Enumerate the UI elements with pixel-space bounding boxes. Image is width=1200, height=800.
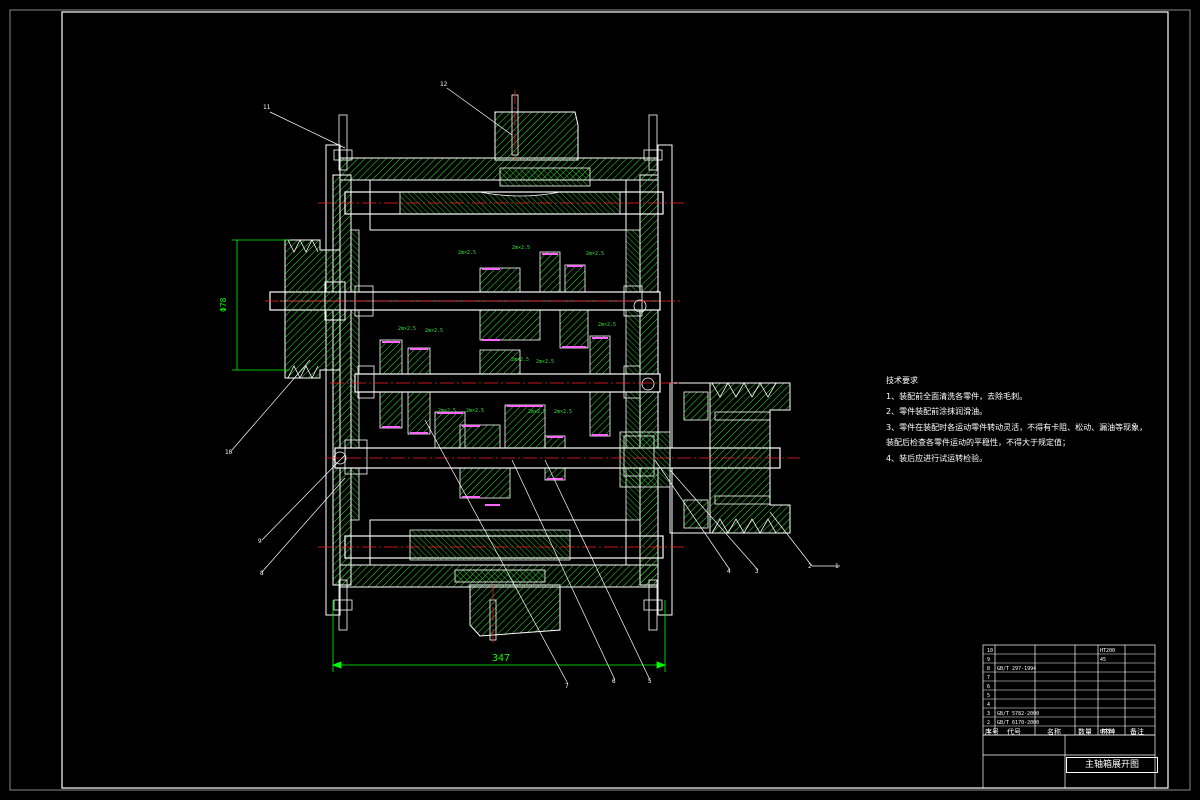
tb-cell: GB/T 6170-2000: [997, 720, 1039, 726]
tb-cell: HT200: [1100, 648, 1115, 654]
tb-cell: 8: [987, 666, 990, 672]
technical-notes: 技术要求 1、装配前全面清洗各零件，去除毛刺。 2、零件装配前涂抹润滑油。 3、…: [886, 373, 1147, 466]
drawing-title: 主轴箱展开图: [1066, 757, 1158, 773]
balloon-12: 12: [440, 81, 448, 88]
dimension-pulley-label: Φ78: [219, 297, 228, 312]
gear-label: 2m×2.5: [511, 357, 529, 363]
gear-label: 2m×2.5: [586, 251, 604, 257]
tb-header-note: 备注: [1130, 728, 1144, 736]
tb-cell: GB/T 297-1994: [997, 666, 1036, 672]
balloon-7: 7: [565, 683, 569, 690]
balloon-8: 8: [260, 570, 264, 577]
dimension-overall-label: 347: [492, 653, 510, 664]
gear-label: 2m×2.5: [466, 408, 484, 414]
note-item: 3、零件在装配时各运动零件转动灵活，不得有卡阻、松动、漏油等现象，: [886, 422, 1148, 432]
tb-cell: 7: [987, 675, 990, 681]
tb-cell: 4: [987, 702, 990, 708]
note-item: 4、装后应进行试运转检验。: [886, 453, 988, 463]
balloon-1: 1: [835, 563, 839, 570]
tb-cell: 10: [987, 648, 993, 654]
balloon-6: 6: [612, 678, 616, 685]
balloon-9: 9: [258, 538, 262, 545]
balloon-5: 5: [648, 678, 652, 685]
tb-cell: 2: [987, 720, 990, 726]
tb-cell: GB/T 5782-2000: [997, 711, 1039, 717]
balloon-11: 11: [263, 104, 271, 111]
tb-header-name: 名称: [1047, 728, 1061, 736]
gear-label: 2m×2.5: [536, 359, 554, 365]
balloon-2: 2: [808, 563, 812, 570]
note-item: 1、装配前全面清洗各零件，去除毛刺。: [886, 391, 1028, 401]
tb-cell: 9: [987, 657, 990, 663]
gear-label: 2m×2.5: [528, 409, 546, 415]
gear-label: 2m×2.5: [458, 250, 476, 256]
gear-label: 2m×2.5: [598, 322, 616, 328]
notes-heading: 技术要求: [886, 376, 918, 385]
gear-label: 2m×2.5: [425, 328, 443, 334]
tb-header-code: 代号: [1007, 728, 1021, 736]
tb-cell: 5: [987, 693, 990, 699]
note-item: 2、零件装配前涂抹润滑油。: [886, 407, 988, 416]
gear-label: 2m×2.5: [438, 408, 456, 414]
gear-label: 2m×2.5: [554, 409, 572, 415]
tb-header-qty: 数量: [1078, 728, 1092, 736]
tb-cell: 6: [987, 684, 990, 690]
tb-header-no: 序号: [985, 728, 999, 736]
balloon-4: 4: [727, 568, 731, 575]
balloon-3: 3: [755, 568, 759, 575]
balloon-10: 10: [225, 449, 233, 456]
left-pulley: [284, 239, 346, 379]
tb-cell: 45: [1100, 657, 1106, 663]
title-block-rows: 10 HT200 9 45 8 GB/T 297-1994 7 6 5 4 3 GB/T 5782-2…: [983, 648, 1155, 736]
tb-cell: 3: [987, 711, 990, 717]
tb-header-mat: 材料: [1101, 728, 1115, 736]
gear-label: 2m×2.5: [398, 326, 416, 332]
note-item: 装配后检查各零件运动的平稳性，不得大于规定值；: [886, 438, 1070, 447]
gear-label: 2m×2.5: [512, 245, 530, 251]
